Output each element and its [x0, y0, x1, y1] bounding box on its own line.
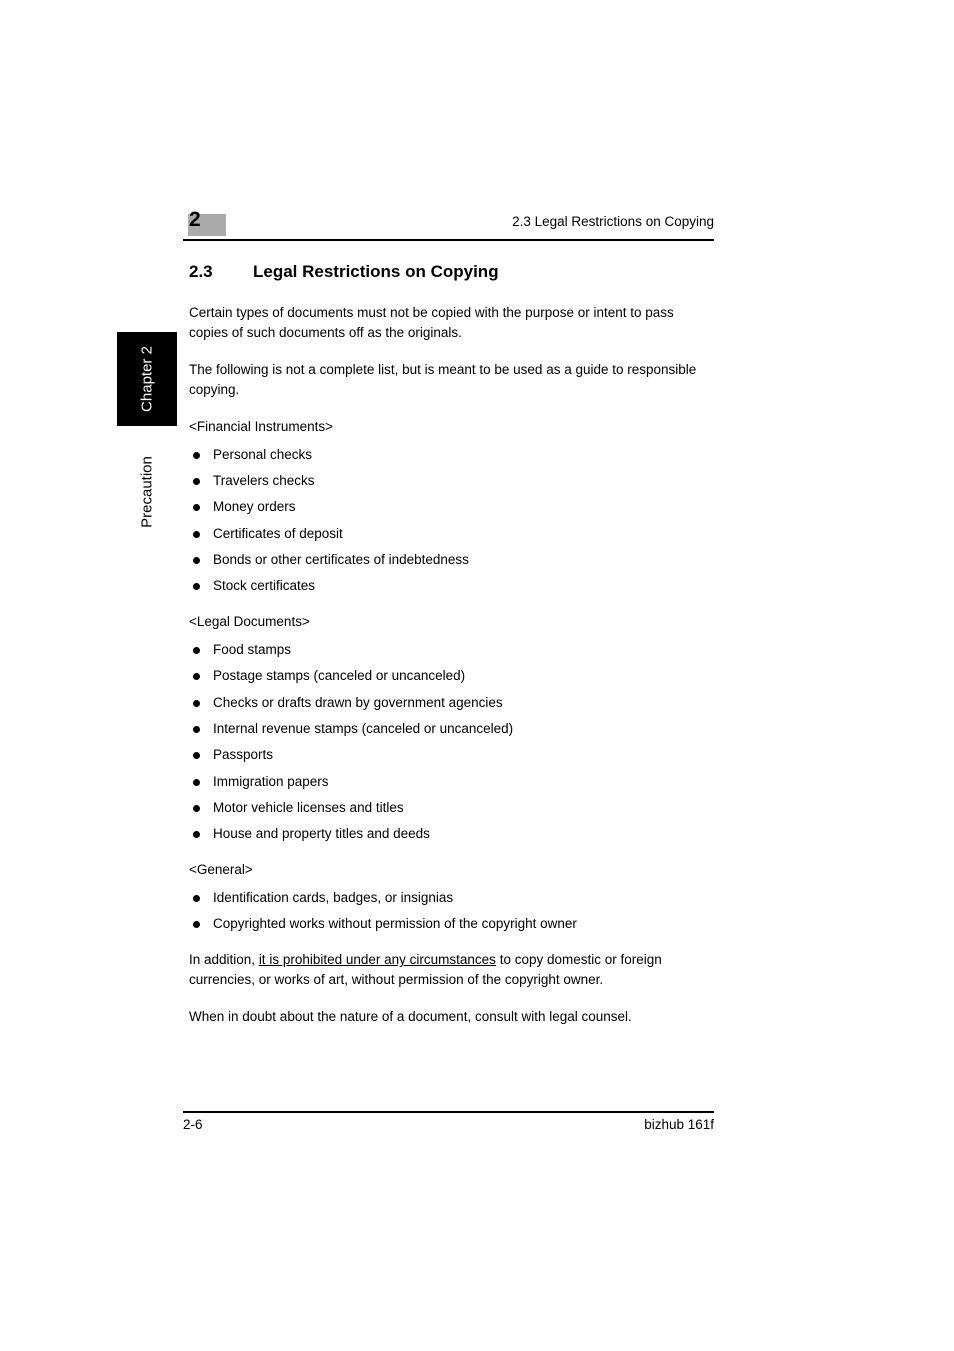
- list-item-label: Passports: [213, 747, 274, 763]
- list-item-label: Personal checks: [213, 446, 313, 462]
- list-item-label: Copyrighted works without permission of …: [213, 916, 577, 932]
- group-label-general: <General>: [189, 862, 253, 878]
- chapter-margin-tab-label: Chapter 2: [138, 346, 156, 412]
- precaution-margin-tab-label: Precaution: [138, 456, 156, 528]
- bullet-dot-icon: [193, 831, 200, 839]
- list-item: Passports: [189, 745, 714, 765]
- list-item-label: Travelers checks: [213, 472, 315, 488]
- group-label-financial-instruments: <Financial Instruments>: [189, 418, 334, 434]
- list-item-label: Postage stamps (canceled or uncanceled): [213, 668, 466, 684]
- list-item: Motor vehicle licenses and titles: [189, 798, 714, 818]
- list-item-label: Money orders: [213, 499, 296, 515]
- bullet-dot-icon: [193, 583, 200, 591]
- bullet-dot-icon: [193, 699, 200, 707]
- group-label-legal-documents: <Legal Documents>: [189, 614, 310, 630]
- list-item: Bonds or other certificates of indebtedn…: [189, 550, 714, 570]
- bullet-dot-icon: [193, 805, 200, 813]
- bullet-dot-icon: [193, 477, 200, 485]
- bullet-dot-icon: [193, 530, 200, 538]
- list-item-label: Motor vehicle licenses and titles: [213, 800, 404, 816]
- bullet-dot-icon: [193, 921, 200, 929]
- bullet-dot-icon: [193, 556, 200, 564]
- list-item: Personal checks: [189, 445, 714, 465]
- running-header-title: 2.3 Legal Restrictions on Copying: [512, 214, 714, 229]
- page-header: 2 2.3 Legal Restrictions on Copying: [183, 208, 714, 242]
- list-item: Internal revenue stamps (canceled or unc…: [189, 719, 714, 739]
- addition-lead-text: In addition,: [189, 952, 259, 968]
- list-item: Copyrighted works without permission of …: [189, 914, 714, 934]
- list-financial-instruments: Personal checks Travelers checks Money o…: [189, 445, 714, 597]
- list-general: Identification cards, badges, or insigni…: [189, 888, 714, 934]
- list-item-label: Bonds or other certificates of indebtedn…: [213, 551, 469, 567]
- chapter-number: 2: [189, 208, 201, 231]
- bullet-dot-icon: [193, 778, 200, 786]
- chapter-margin-tab: Chapter 2: [117, 332, 177, 426]
- list-item-label: House and property titles and deeds: [213, 826, 430, 842]
- bullet-dot-icon: [193, 752, 200, 760]
- intro-paragraph-2: The following is not a complete list, bu…: [189, 362, 697, 397]
- bullet-dot-icon: [193, 451, 200, 459]
- section-number: 2.3: [189, 262, 213, 281]
- list-item: Postage stamps (canceled or uncanceled): [189, 666, 714, 686]
- list-item-label: Immigration papers: [213, 773, 329, 789]
- list-item-label: Internal revenue stamps (canceled or unc…: [213, 721, 514, 737]
- list-item: Travelers checks: [189, 471, 714, 491]
- list-item: Checks or drafts drawn by government age…: [189, 693, 714, 713]
- list-item-label: Certificates of deposit: [213, 525, 343, 541]
- addition-underlined-text: it is prohibited under any circumstances: [258, 952, 496, 968]
- list-item: Immigration papers: [189, 772, 714, 792]
- page-title: 2.3 Legal Restrictions on Copying: [189, 262, 714, 282]
- list-item: Identification cards, badges, or insigni…: [189, 888, 714, 908]
- addition-paragraph: In addition, it is prohibited under any …: [189, 950, 714, 990]
- page-footer: 2-6 bizhub 161f: [183, 1117, 714, 1137]
- list-item: Food stamps: [189, 640, 714, 660]
- doubt-paragraph: When in doubt about the nature of a docu…: [189, 1008, 632, 1024]
- bullet-dot-icon: [193, 726, 200, 734]
- footer-product-name: bizhub 161f: [644, 1117, 714, 1132]
- list-item: House and property titles and deeds: [189, 824, 714, 844]
- list-legal-documents: Food stamps Postage stamps (canceled or …: [189, 640, 714, 844]
- page-content: 2.3 Legal Restrictions on Copying Certai…: [189, 262, 714, 1044]
- section-title: Legal Restrictions on Copying: [253, 262, 499, 281]
- list-item-label: Food stamps: [213, 642, 292, 658]
- bullet-dot-icon: [193, 673, 200, 681]
- list-item-label: Stock certificates: [213, 578, 316, 594]
- footer-divider: [183, 1111, 714, 1113]
- list-item-label: Identification cards, badges, or insigni…: [213, 890, 454, 906]
- header-divider: [183, 239, 714, 241]
- precaution-margin-tab: Precaution: [117, 432, 177, 552]
- intro-paragraph-1: Certain types of documents must not be c…: [189, 305, 674, 341]
- list-item-label: Checks or drafts drawn by government age…: [213, 694, 503, 710]
- document-page: 2 2.3 Legal Restrictions on Copying Chap…: [0, 0, 954, 1351]
- list-item: Certificates of deposit: [189, 524, 714, 544]
- list-item: Stock certificates: [189, 576, 714, 596]
- bullet-dot-icon: [193, 895, 200, 903]
- footer-page-number: 2-6: [183, 1117, 203, 1132]
- list-item: Money orders: [189, 497, 714, 517]
- bullet-dot-icon: [193, 504, 200, 512]
- bullet-dot-icon: [193, 647, 200, 655]
